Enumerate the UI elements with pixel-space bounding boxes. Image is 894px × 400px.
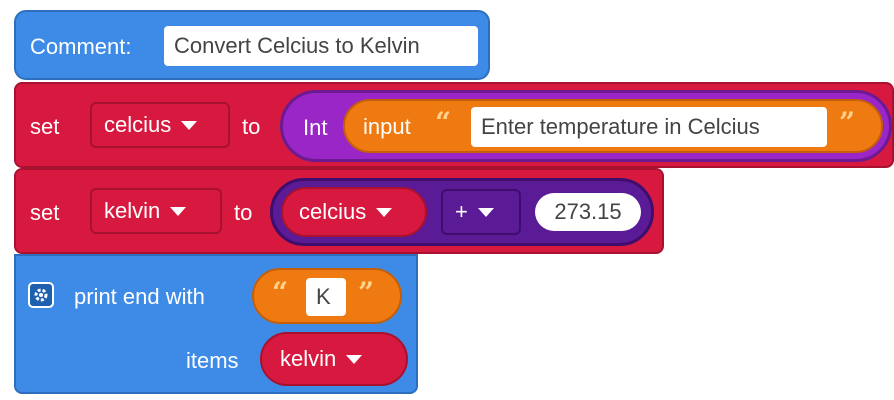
- getter-label: kelvin: [280, 346, 337, 371]
- set-celcius-block[interactable]: set celcius to Int input “ Enter tempera…: [14, 82, 894, 168]
- comment-block[interactable]: Comment: Convert Celcius to Kelvin: [14, 10, 490, 80]
- dropdown-label: kelvin: [104, 198, 161, 223]
- int-block[interactable]: Int input “ Enter temperature in Celcius…: [280, 90, 892, 162]
- operator-label: +: [455, 199, 468, 224]
- math-arithmetic-block[interactable]: celcius + 273.15: [270, 178, 654, 246]
- dropdown-caret-icon: [181, 120, 198, 130]
- operator-dropdown[interactable]: +: [441, 189, 521, 235]
- open-quote-icon: “: [272, 276, 289, 309]
- getter-label: celcius: [299, 199, 367, 224]
- number-value: 273.15: [554, 199, 622, 224]
- kelvin-variable-getter[interactable]: kelvin: [260, 332, 408, 386]
- comment-field[interactable]: Convert Celcius to Kelvin: [164, 26, 478, 66]
- celcius-variable-dropdown[interactable]: celcius: [90, 102, 230, 148]
- prompt-text-field[interactable]: Enter temperature in Celcius: [471, 107, 827, 147]
- set-label: set: [30, 114, 60, 139]
- dropdown-label: celcius: [104, 112, 172, 137]
- dropdown-caret-icon: [376, 207, 393, 217]
- number-field[interactable]: 273.15: [535, 193, 641, 231]
- close-quote-icon: ”: [358, 276, 375, 309]
- items-label: items: [186, 348, 239, 373]
- open-quote-icon: “: [435, 106, 452, 139]
- to-label: to: [234, 200, 253, 225]
- end-text-block[interactable]: “ K ”: [252, 268, 402, 324]
- to-label: to: [242, 114, 261, 139]
- celcius-variable-getter[interactable]: celcius: [281, 187, 427, 237]
- print-block[interactable]: print end with “ K ” items kelvin: [14, 254, 418, 394]
- int-label: Int: [303, 115, 328, 140]
- gear-icon[interactable]: [28, 282, 54, 308]
- dropdown-caret-icon: [346, 354, 363, 364]
- close-quote-icon: ”: [839, 106, 856, 139]
- set-kelvin-block[interactable]: set kelvin to celcius + 273.15: [14, 168, 664, 254]
- dropdown-caret-icon: [477, 207, 494, 217]
- comment-label: Comment:: [30, 34, 132, 59]
- dropdown-caret-icon: [170, 206, 187, 216]
- input-block[interactable]: input “ Enter temperature in Celcius ”: [343, 99, 883, 153]
- end-text-field[interactable]: K: [306, 278, 346, 316]
- kelvin-variable-dropdown[interactable]: kelvin: [90, 188, 222, 234]
- set-label: set: [30, 200, 60, 225]
- print-label: print end with: [74, 284, 205, 309]
- input-label: input: [363, 114, 411, 139]
